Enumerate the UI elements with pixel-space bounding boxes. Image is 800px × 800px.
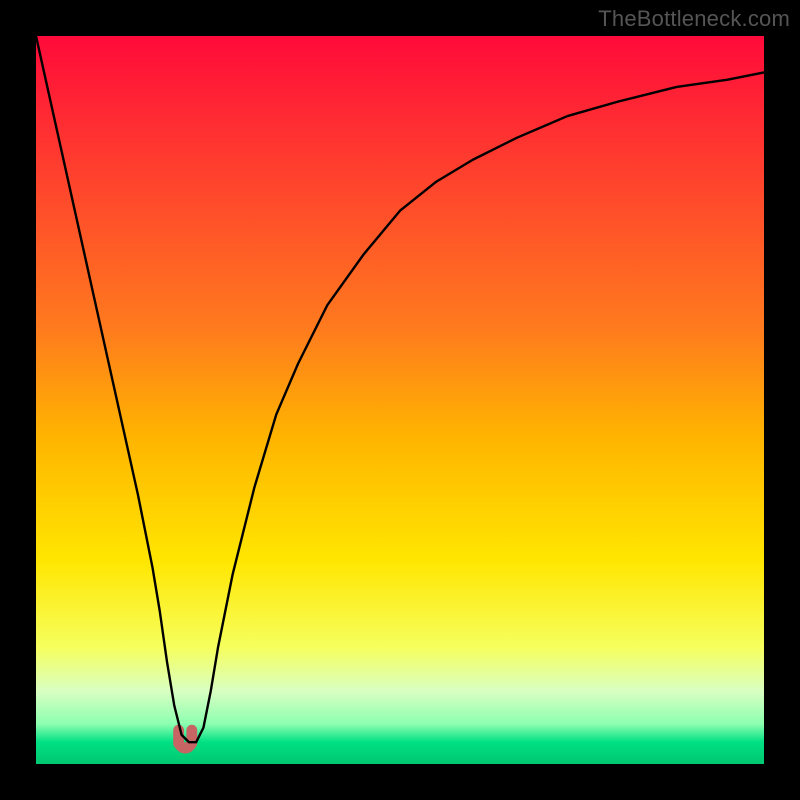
gradient-background (36, 36, 764, 764)
bottleneck-chart (36, 36, 764, 764)
plot-area (36, 36, 764, 764)
watermark-text: TheBottleneck.com (598, 6, 790, 32)
chart-frame: TheBottleneck.com (0, 0, 800, 800)
